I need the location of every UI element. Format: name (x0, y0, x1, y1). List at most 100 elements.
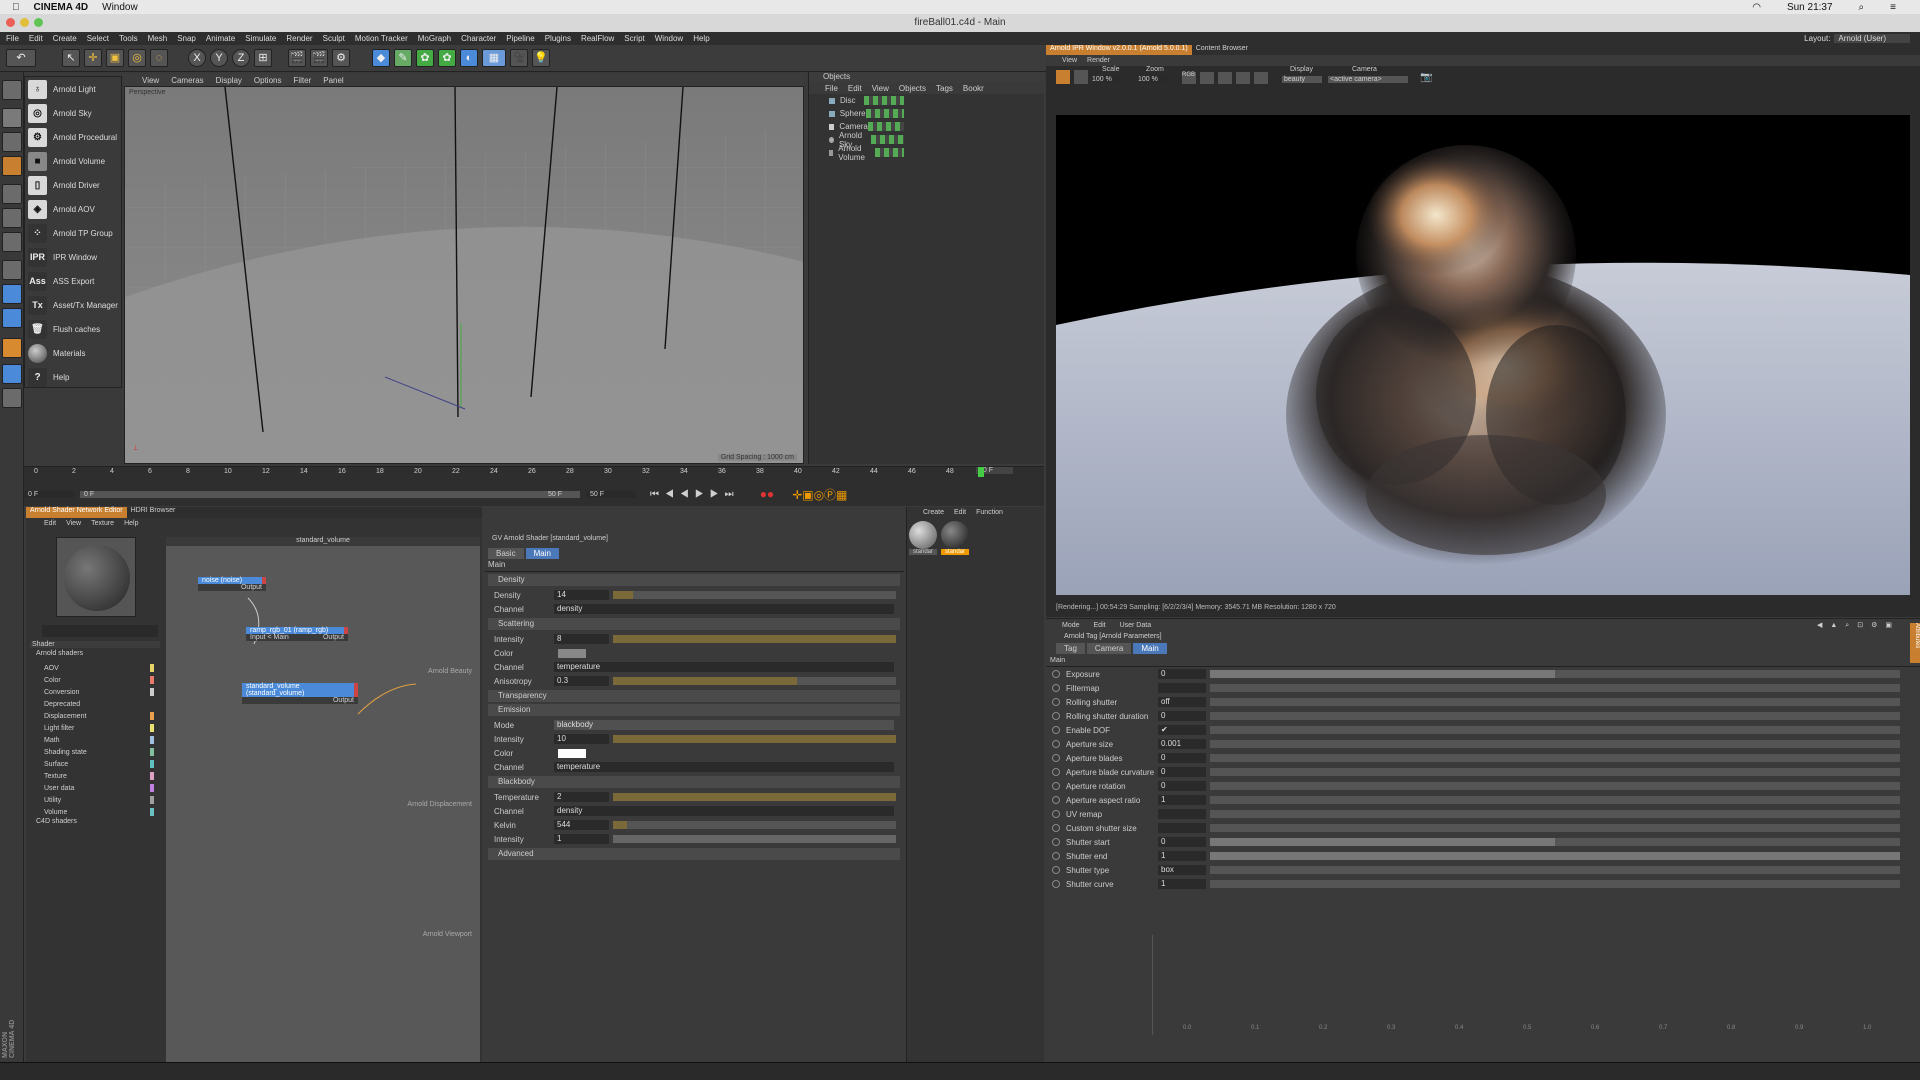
animate-radio-icon[interactable] (1052, 824, 1060, 832)
tab-content-browser[interactable]: Content Browser (1192, 45, 1252, 55)
tab-main[interactable]: Main (525, 548, 559, 559)
arnold-menu-item[interactable]: ◈ Arnold AOV (25, 197, 121, 221)
undo-icon[interactable]: ↶ (6, 49, 36, 67)
param-field[interactable]: 1 (1158, 851, 1206, 861)
edges-mode-icon[interactable] (2, 208, 22, 228)
shader-menu-item[interactable]: Texture (91, 520, 114, 527)
ipr-menu-item[interactable]: Render (1087, 57, 1110, 64)
animate-radio-icon[interactable] (1052, 810, 1060, 818)
param-slider[interactable] (1210, 852, 1900, 860)
playback-controls[interactable]: ⏮◀◀▶▶⏭ (650, 489, 740, 500)
record-icon[interactable]: ●● (760, 487, 775, 501)
animate-radio-icon[interactable] (1052, 726, 1060, 734)
channel-field[interactable]: temperature (554, 762, 894, 772)
workplane-icon[interactable] (2, 156, 22, 176)
light-icon[interactable]: 💡 (532, 49, 550, 67)
object-row[interactable]: Disc (809, 94, 1044, 107)
temperature-field[interactable]: 2 (554, 792, 609, 802)
section-blackbody[interactable]: Blackbody (488, 776, 900, 788)
maximize-icon[interactable] (34, 18, 43, 27)
temperature-slider[interactable] (613, 793, 896, 801)
scale-icon[interactable]: ▣ (106, 49, 124, 67)
search-icon[interactable]: ⌕ (1859, 2, 1865, 13)
move-icon[interactable]: ✛ (84, 49, 102, 67)
floor-icon[interactable]: ▦ (482, 49, 506, 67)
tab-tag[interactable]: Tag (1056, 643, 1085, 654)
array-icon[interactable]: ✿ (438, 49, 456, 67)
param-slider[interactable] (1210, 726, 1900, 734)
node-ramp-output[interactable]: Output (323, 634, 344, 641)
attr-menu-item[interactable]: Mode (1062, 622, 1080, 629)
object-flags[interactable] (875, 148, 904, 157)
animate-radio-icon[interactable] (1052, 740, 1060, 748)
animate-radio-icon[interactable] (1052, 796, 1060, 804)
tree-c4d[interactable]: C4D shaders (30, 818, 160, 830)
arnold-menu-item[interactable]: ◎ Arnold Sky (25, 101, 121, 125)
rotate-icon[interactable]: ◎ (128, 49, 146, 67)
viewport-menu-item[interactable]: Display (216, 76, 242, 85)
menu-item[interactable]: Plugins (545, 34, 571, 43)
channel-field[interactable]: density (554, 806, 894, 816)
animate-radio-icon[interactable] (1052, 866, 1060, 874)
object-flags[interactable] (867, 122, 904, 131)
snapshot-icon[interactable] (1254, 72, 1268, 84)
mac-app-name[interactable]: CINEMA 4D (34, 2, 89, 13)
menu-item[interactable]: Tools (119, 34, 138, 43)
object-row[interactable]: Sphere (809, 107, 1044, 120)
menu-item[interactable]: Animate (206, 34, 235, 43)
section-scattering[interactable]: Scattering (488, 618, 900, 630)
attr-menu-item[interactable]: Edit (1094, 622, 1106, 629)
key-icons[interactable]: ✛▣◎Ⓟ▦ (792, 486, 847, 503)
param-field[interactable] (1158, 823, 1206, 833)
camera-select[interactable]: <active camera> (1328, 76, 1408, 83)
port-arnold-displacement[interactable]: Arnold Displacement (407, 801, 472, 808)
points-mode-icon[interactable] (2, 184, 22, 204)
menu-item[interactable]: Simulate (245, 34, 276, 43)
zoom-field[interactable]: 100 % (1138, 76, 1170, 83)
snap-icon[interactable] (2, 308, 22, 328)
param-field[interactable]: 0 (1158, 837, 1206, 847)
minimize-icon[interactable] (20, 18, 29, 27)
arnold-menu-item[interactable]: IPR IPR Window (25, 245, 121, 269)
shutter-curve-graph[interactable]: 0.0 0.1 0.2 0.3 0.4 0.5 0.6 0.7 0.8 0.9 1.0 (1152, 935, 1871, 1035)
intensity-field[interactable]: 10 (554, 734, 609, 744)
section-transparency[interactable]: Transparency (488, 690, 900, 702)
param-slider[interactable] (1210, 838, 1900, 846)
layout-select[interactable]: Arnold (User) (1834, 34, 1910, 43)
object-flags[interactable] (870, 135, 904, 144)
intensity-slider[interactable] (613, 735, 896, 743)
menu-item[interactable]: RealFlow (581, 34, 614, 43)
menu-item[interactable]: Snap (177, 34, 196, 43)
menu-item[interactable]: File (6, 34, 19, 43)
tree-item[interactable]: User data (30, 782, 160, 794)
sculpt-icon[interactable] (2, 338, 22, 358)
menu-item[interactable]: Sculpt (323, 34, 345, 43)
material-menu-item[interactable]: Function (976, 509, 1003, 516)
param-slider[interactable] (1210, 684, 1900, 692)
intensity-slider[interactable] (613, 835, 896, 843)
objects-menu-item[interactable]: Edit (848, 84, 862, 93)
shader-menu-item[interactable]: Help (124, 520, 138, 527)
objects-menu-item[interactable]: Objects (899, 84, 926, 93)
section-advanced[interactable]: Advanced (488, 848, 900, 860)
select-icon[interactable]: ↖ (62, 49, 80, 67)
density-field[interactable]: 14 (554, 590, 609, 600)
menu-item[interactable]: Create (53, 34, 77, 43)
node-noise-output[interactable]: Output (198, 584, 266, 591)
param-field[interactable]: 0 (1158, 767, 1206, 777)
animate-radio-icon[interactable] (1052, 754, 1060, 762)
make-editable-icon[interactable] (2, 80, 22, 100)
param-field[interactable]: box (1158, 865, 1206, 875)
param-slider[interactable] (1210, 810, 1900, 818)
menu-item[interactable]: Motion Tracker (355, 34, 408, 43)
animate-radio-icon[interactable] (1052, 880, 1060, 888)
animate-radio-icon[interactable] (1052, 838, 1060, 846)
animate-radio-icon[interactable] (1052, 852, 1060, 860)
z-axis-button[interactable]: Z (232, 49, 250, 67)
param-slider[interactable] (1210, 740, 1900, 748)
object-flags[interactable] (865, 109, 904, 118)
tree-item[interactable]: Color (30, 674, 160, 686)
region-icon[interactable] (1218, 72, 1232, 84)
tree-item[interactable]: Deprecated (30, 698, 160, 710)
render-view[interactable] (1056, 115, 1910, 595)
